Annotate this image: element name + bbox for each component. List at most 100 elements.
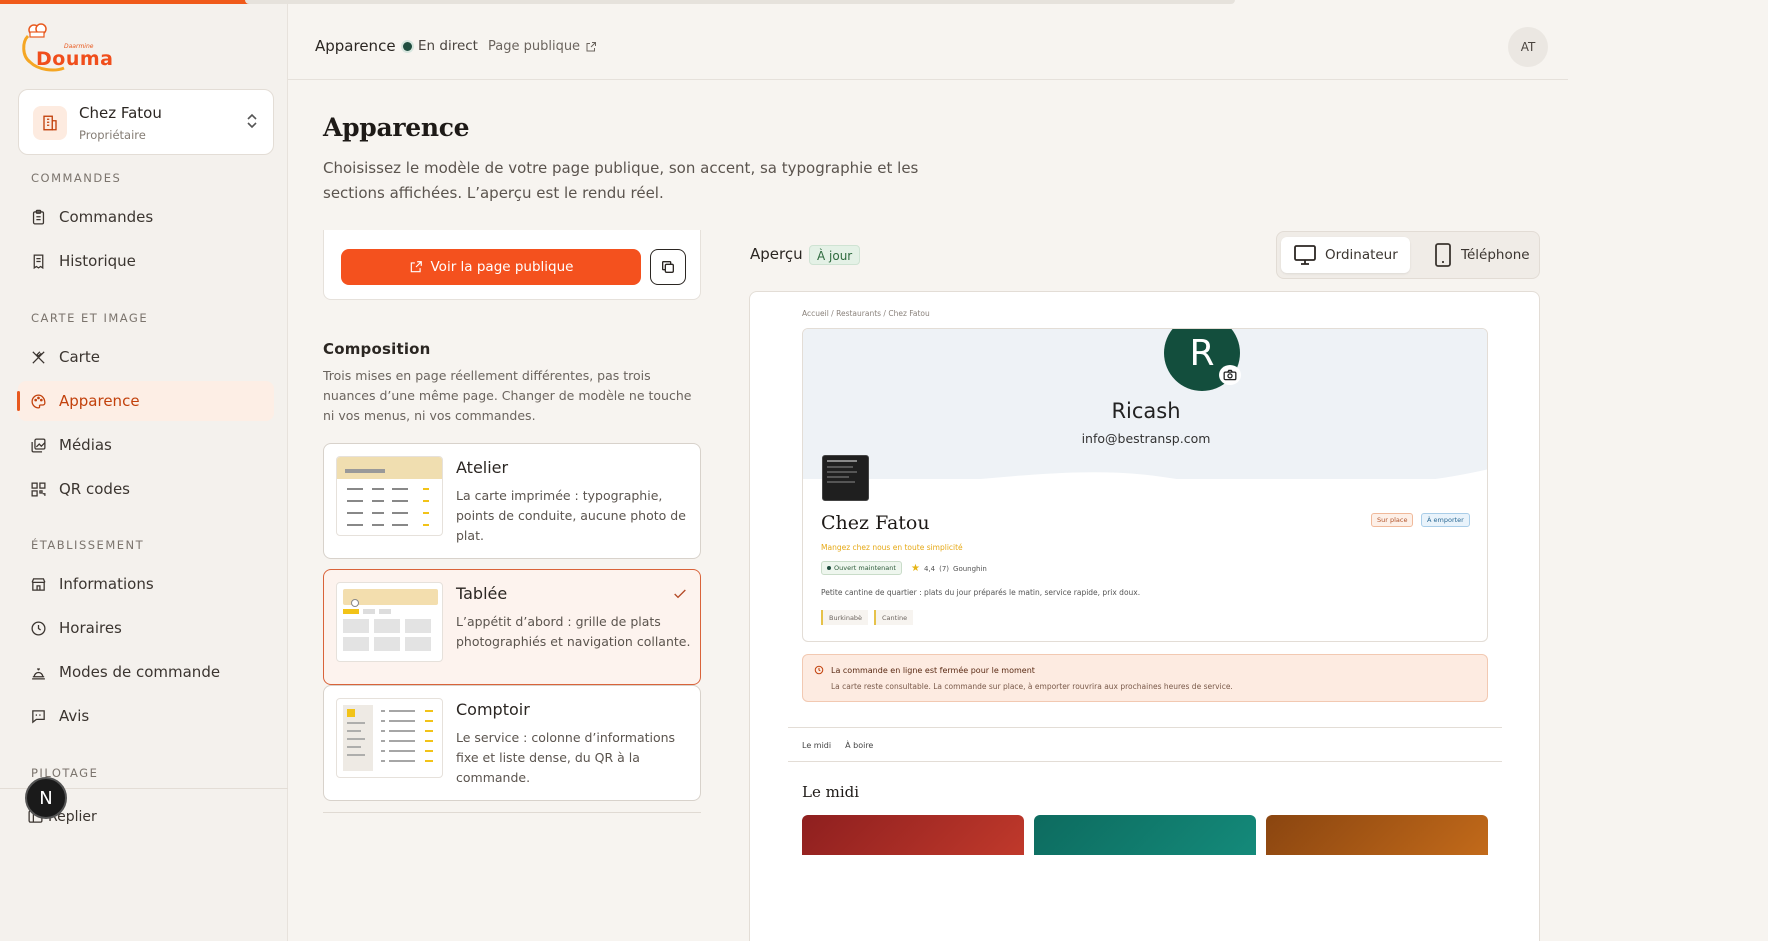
template-name: Tablée xyxy=(456,584,508,603)
tag-chip: Cantine xyxy=(874,610,914,625)
preview-breadcrumb: Accueil / Restaurants / Chez Fatou xyxy=(802,309,930,318)
user-avatar[interactable]: AT xyxy=(1508,27,1548,67)
rating: ★ 4,4 (7) Gounghin xyxy=(911,563,987,574)
tab-a-boire[interactable]: À boire xyxy=(845,741,873,750)
dish-tile[interactable] xyxy=(1266,815,1488,855)
section-label-carte: CARTE ET IMAGE xyxy=(31,311,149,325)
hero-wave xyxy=(803,469,1487,499)
qr-code-icon xyxy=(31,481,46,497)
sidebar-item-label: Médias xyxy=(59,436,112,454)
open-status-pill: Ouvert maintenant xyxy=(821,561,902,575)
live-status-label: En direct xyxy=(418,38,478,54)
restaurant-tagline: Mangez chez nous en toute simplicité xyxy=(821,543,963,552)
sidebar-item-modes-de-commande[interactable]: Modes de commande xyxy=(18,652,274,692)
page-description: Choisissez le modèle de votre page publi… xyxy=(323,159,919,202)
preview-label: Aperçu xyxy=(750,245,803,263)
check-icon xyxy=(674,589,686,599)
restaurant-thumbnail xyxy=(822,455,869,501)
banner-email: info@bestransp.com xyxy=(1081,431,1211,446)
preview-hero-card: R Ricash info@bestransp.com Chez Fatou M… xyxy=(802,328,1488,642)
sidebar-item-label: QR codes xyxy=(59,480,130,498)
clipboard-icon xyxy=(32,209,45,225)
template-thumbnail xyxy=(336,698,443,778)
alert-title: La commande en ligne est fermée pour le … xyxy=(831,666,1035,675)
bell-icon xyxy=(32,667,45,680)
template-description: La carte imprimée : typographie, points … xyxy=(456,488,686,543)
sidebar-item-informations[interactable]: Informations xyxy=(18,564,274,604)
dish-tile[interactable] xyxy=(1034,815,1256,855)
alert-text: La carte reste consultable. La commande … xyxy=(831,682,1233,691)
external-link-icon xyxy=(586,41,597,51)
template-name: Comptoir xyxy=(456,700,530,719)
composition-description: Trois mises en page réellement différent… xyxy=(323,368,692,423)
menu-section-title: Le midi xyxy=(802,783,860,801)
template-option-atelier[interactable]: Atelier La carte imprimée : typographie,… xyxy=(323,443,701,559)
sidebar-item-carte[interactable]: Carte xyxy=(18,337,274,377)
sidebar-item-apparence[interactable]: Apparence xyxy=(17,381,274,421)
store-icon xyxy=(31,577,46,591)
view-public-page-button[interactable]: Voir la page publique xyxy=(341,249,641,285)
template-option-comptoir[interactable]: Comptoir Le service : colonne d’informat… xyxy=(323,685,701,801)
tab-le-midi[interactable]: Le midi xyxy=(802,741,831,750)
public-page-link[interactable]: Page publique xyxy=(488,39,597,54)
monitor-icon xyxy=(1294,245,1316,265)
douma-logo[interactable]: Daarmine Douma xyxy=(20,22,130,78)
sidebar-item-label: Modes de commande xyxy=(59,663,221,681)
top-scroll-indicator xyxy=(245,0,1235,4)
location: Gounghin xyxy=(953,564,987,573)
sidebar-item-avis[interactable]: Avis xyxy=(18,696,274,736)
public-page-link-label: Page publique xyxy=(488,39,581,54)
restaurant-name: Chez Fatou xyxy=(821,512,930,534)
template-thumbnail xyxy=(336,456,443,536)
dish-tile[interactable] xyxy=(802,815,1024,855)
template-name: Atelier xyxy=(456,458,509,477)
template-option-tablee[interactable]: Tablée L’appétit d’abord : grille de pla… xyxy=(323,569,701,685)
external-link-icon xyxy=(410,261,422,273)
sidebar-item-label: Commandes xyxy=(59,208,154,226)
preview-status-badge: À jour xyxy=(809,245,861,265)
copy-icon xyxy=(662,261,674,273)
organization-switcher[interactable]: Chez Fatou Propriétaire xyxy=(18,89,274,155)
preview-divider xyxy=(788,727,1502,728)
preview-tabs: Le midi À boire xyxy=(802,741,873,750)
device-desktop-button[interactable]: Ordinateur xyxy=(1281,237,1410,273)
org-name: Chez Fatou xyxy=(79,104,162,122)
sidebar-item-commandes[interactable]: Commandes xyxy=(18,197,274,237)
public-page-card: Voir la page publique xyxy=(323,230,701,300)
section-label-etablissement: ÉTABLISSEMENT xyxy=(31,538,145,552)
images-icon xyxy=(31,437,46,453)
smartphone-icon xyxy=(1435,243,1451,267)
composition-title: Composition xyxy=(323,340,431,358)
sidebar-item-qr-codes[interactable]: QR codes xyxy=(18,469,274,509)
sidebar-item-label: Historique xyxy=(59,252,136,270)
copy-link-button[interactable] xyxy=(650,249,686,285)
building-icon xyxy=(33,106,67,140)
restaurant-description: Petite cantine de quartier : plats du jo… xyxy=(821,588,1141,597)
mode-chip-sur-place: Sur place xyxy=(1371,513,1414,527)
rating-count: (7) xyxy=(939,564,950,573)
receipt-icon xyxy=(33,253,44,269)
sidebar-item-label: Horaires xyxy=(59,619,122,637)
live-dot-icon xyxy=(403,41,412,51)
ordering-closed-alert: La commande en ligne est fermée pour le … xyxy=(802,654,1488,702)
top-header: Apparence En direct Page publique AT xyxy=(288,10,1568,80)
dev-tools-badge[interactable]: N xyxy=(25,777,67,819)
device-phone-button[interactable]: Téléphone xyxy=(1421,237,1542,273)
sidebar-item-label: Apparence xyxy=(59,392,140,410)
sidebar-item-label: Avis xyxy=(59,707,90,725)
sidebar-item-medias[interactable]: Médias xyxy=(18,425,274,465)
camera-icon[interactable] xyxy=(1219,365,1241,385)
status-dot-icon xyxy=(827,566,831,570)
sidebar-item-historique[interactable]: Historique xyxy=(18,241,274,281)
org-role: Propriétaire xyxy=(79,128,146,142)
message-quote-icon xyxy=(32,709,45,723)
preview-divider xyxy=(788,761,1502,762)
utensils-icon xyxy=(32,350,45,364)
section-label-commandes: COMMANDES xyxy=(31,171,122,185)
sidebar-item-label: Informations xyxy=(59,575,154,593)
tag-chip: Burkinabè xyxy=(821,610,869,625)
palette-icon xyxy=(31,393,46,409)
sidebar-item-horaires[interactable]: Horaires xyxy=(18,608,274,648)
logo-text: Douma xyxy=(36,48,114,70)
template-description: L’appétit d’abord : grille de plats phot… xyxy=(456,614,691,649)
